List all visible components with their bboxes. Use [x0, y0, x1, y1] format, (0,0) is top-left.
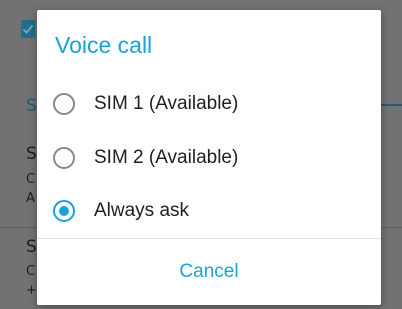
option-label: Always ask — [94, 200, 190, 221]
background-item-subtitle: + — [26, 283, 37, 298]
option-sim-1[interactable]: SIM 1 (Available) — [37, 77, 381, 131]
voice-call-dialog: Voice call SIM 1 (Available) SIM 2 (Avai… — [37, 10, 381, 305]
background-checkbox-icon — [21, 20, 35, 38]
option-label: SIM 1 (Available) — [94, 93, 239, 114]
background-accent-line — [380, 104, 402, 106]
option-label: SIM 2 (Available) — [94, 147, 239, 168]
cancel-button[interactable]: Cancel — [37, 239, 381, 305]
background-item-title: S — [26, 237, 37, 257]
option-sim-2[interactable]: SIM 2 (Available) — [37, 131, 381, 185]
background-item-subtitle: C — [26, 172, 36, 187]
screen: S S C A S C + Voice call SIM 1 (Availabl… — [0, 0, 402, 309]
option-always-ask[interactable]: Always ask — [37, 184, 381, 238]
background-section-header: S — [26, 96, 37, 116]
background-item-title: S — [26, 144, 37, 164]
radio-unchecked-icon[interactable] — [53, 93, 75, 115]
background-item-subtitle: C — [26, 264, 36, 279]
background-item-subtitle: A — [26, 191, 35, 206]
dialog-title: Voice call — [55, 32, 153, 58]
radio-checked-icon[interactable] — [53, 200, 75, 222]
radio-unchecked-icon[interactable] — [53, 147, 75, 169]
